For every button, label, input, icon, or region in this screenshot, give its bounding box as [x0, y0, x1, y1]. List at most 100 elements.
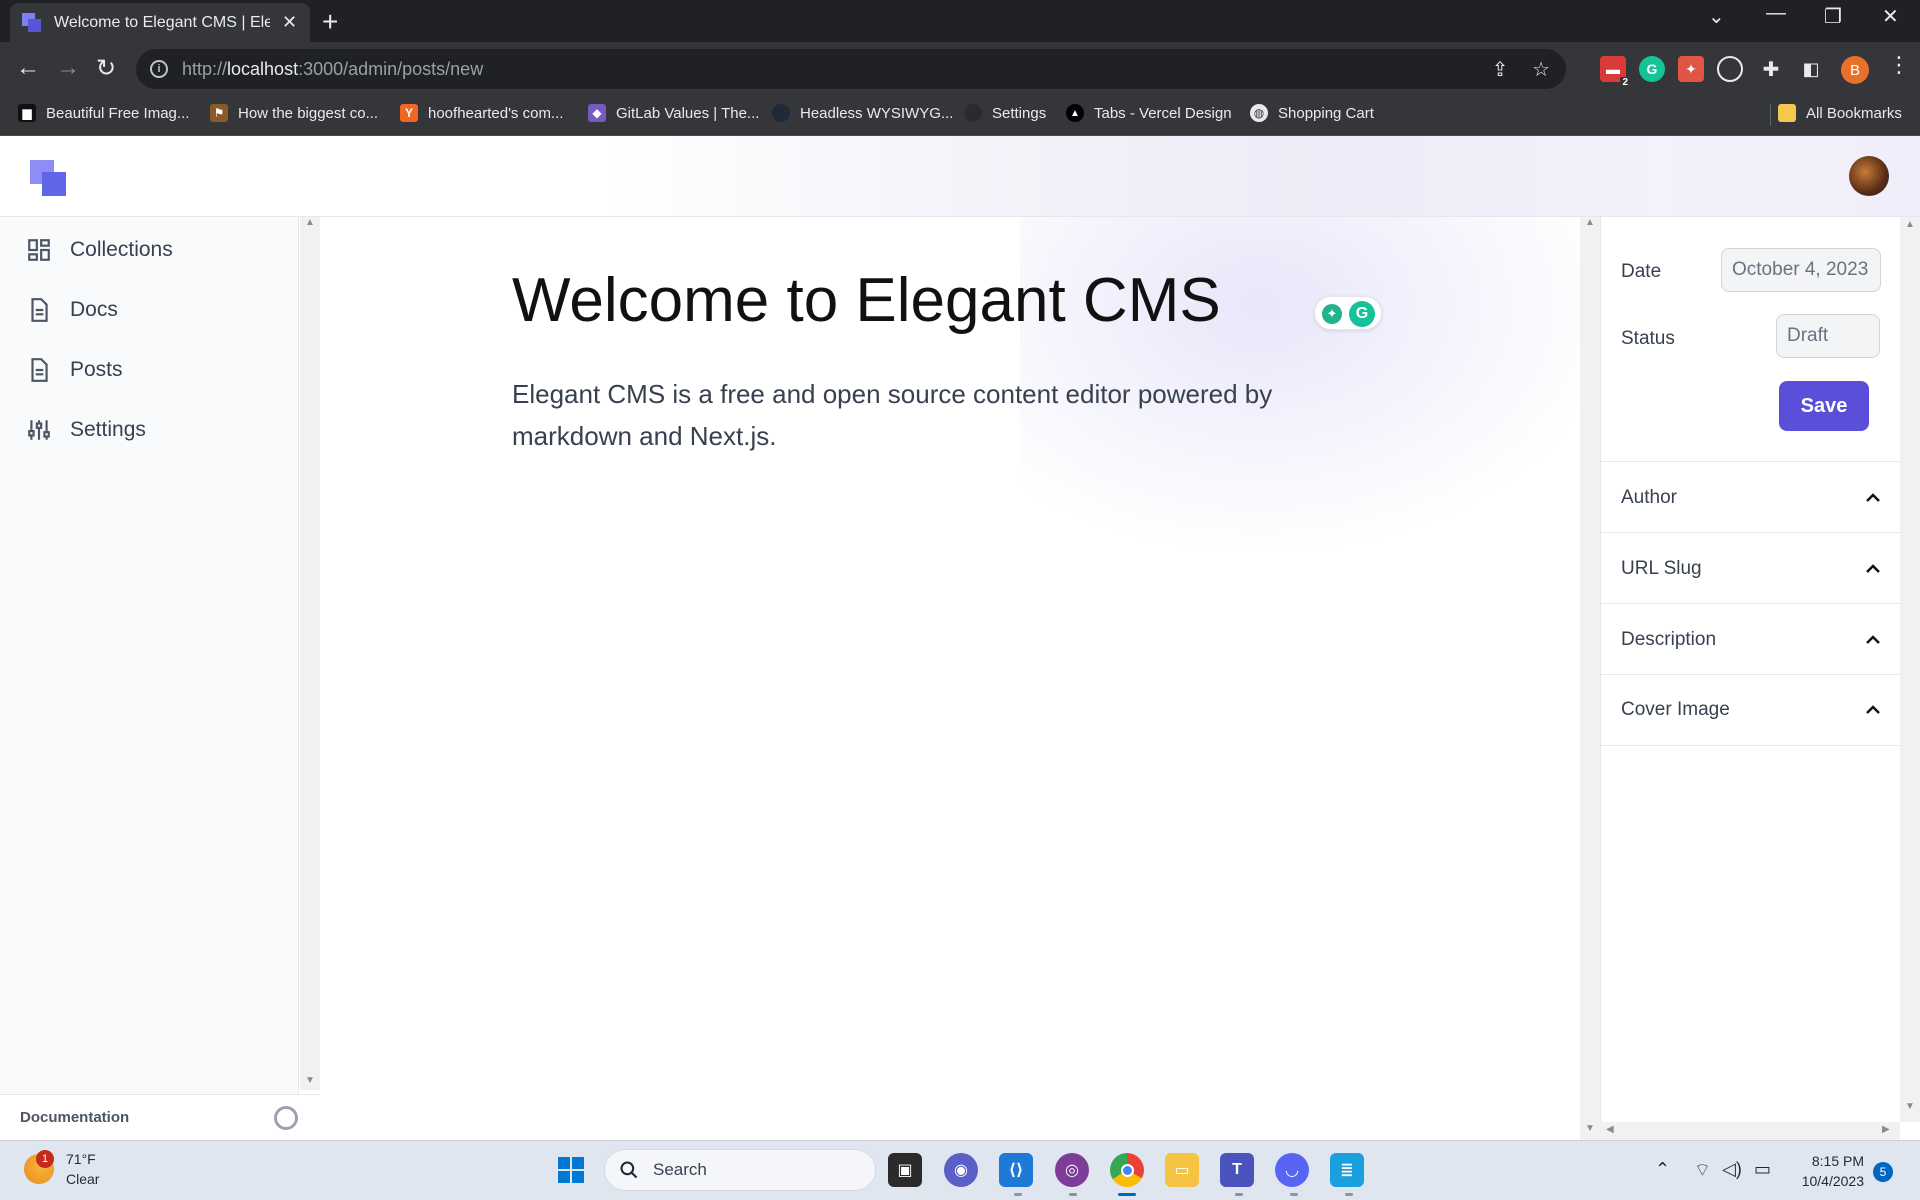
extensions-puzzle-icon[interactable]: ✚	[1758, 56, 1784, 82]
date-field[interactable]: October 4, 2023	[1721, 248, 1881, 292]
save-button[interactable]: Save	[1779, 381, 1869, 431]
windows-taskbar: 1 71°F Clear Search ▣ ◉ ⟨⟩ ◎ ▭ T ◡ ≣ ⌃ ⌔ …	[0, 1140, 1920, 1200]
section-description[interactable]: Description	[1601, 603, 1901, 675]
post-body[interactable]: Elegant CMS is a free and open source co…	[512, 373, 1372, 457]
scroll-down-arrow-icon[interactable]: ▼	[305, 1075, 315, 1086]
back-icon[interactable]: ←	[16, 54, 40, 82]
task-view-icon[interactable]: ▣	[888, 1153, 922, 1187]
bookmark-star-icon[interactable]: ☆	[1532, 59, 1550, 81]
tab-close-icon[interactable]: ✕	[282, 12, 297, 33]
extension-target-icon[interactable]	[1717, 56, 1743, 82]
editor-scrollbar[interactable]: ▲ ▼	[1580, 217, 1600, 1140]
scroll-left-arrow-icon[interactable]: ◀	[1606, 1124, 1614, 1135]
section-cover-image[interactable]: Cover Image	[1601, 674, 1901, 746]
bookmark-favicon-icon: ⚑	[210, 104, 228, 122]
taskbar-search[interactable]: Search	[604, 1149, 876, 1191]
scroll-up-arrow-icon[interactable]: ▲	[1585, 217, 1595, 228]
section-url-slug[interactable]: URL Slug	[1601, 532, 1901, 604]
site-info-icon[interactable]: i	[150, 60, 168, 78]
running-indicator	[1014, 1193, 1022, 1196]
battery-icon[interactable]: ▭	[1754, 1159, 1771, 1180]
file-explorer-icon[interactable]: ▭	[1165, 1153, 1199, 1187]
browser-tab-active[interactable]: Welcome to Elegant CMS | Elegant CMS ✕	[10, 3, 310, 42]
folder-icon	[1778, 104, 1796, 122]
sidebar-item-settings[interactable]: Settings	[26, 417, 146, 443]
weather-badge: 1	[36, 1150, 54, 1168]
sidebar-item-collections[interactable]: Collections	[26, 237, 173, 263]
sidebar-item-posts[interactable]: Posts	[26, 357, 123, 383]
share-icon[interactable]: ⇪	[1492, 59, 1509, 81]
tab-search-chevron-icon[interactable]: ⌄	[1708, 4, 1725, 29]
bookmark-item[interactable]: Settings	[964, 104, 1046, 122]
grammarly-extension-icon[interactable]: G	[1639, 56, 1665, 82]
forward-icon[interactable]: →	[56, 54, 80, 82]
documentation-link[interactable]: Documentation	[20, 1109, 129, 1126]
elegant-cms-logo[interactable]	[30, 160, 66, 196]
grammarly-suggestion-icon[interactable]: ✦	[1322, 304, 1342, 324]
restore-icon[interactable]: ❐	[1824, 4, 1842, 29]
user-avatar[interactable]	[1849, 156, 1889, 196]
browser-menu-icon[interactable]: ⋮	[1888, 52, 1910, 78]
notepad-icon[interactable]: ≣	[1330, 1153, 1364, 1187]
grammarly-widget[interactable]: ✦ G	[1314, 296, 1382, 330]
scroll-down-arrow-icon[interactable]: ▼	[1905, 1101, 1915, 1112]
section-author[interactable]: Author	[1601, 461, 1901, 533]
vscode-icon[interactable]: ⟨⟩	[999, 1153, 1033, 1187]
section-label: Description	[1621, 628, 1717, 650]
browser-tab-strip: Welcome to Elegant CMS | Elegant CMS ✕ +…	[0, 0, 1920, 42]
all-bookmarks[interactable]: All Bookmarks	[1778, 104, 1902, 122]
bookmark-item[interactable]: ▲ Tabs - Vercel Design	[1066, 104, 1232, 122]
status-field[interactable]: Draft	[1776, 314, 1880, 358]
scroll-up-arrow-icon[interactable]: ▲	[1905, 219, 1915, 230]
y-combinator-icon: Y	[400, 104, 418, 122]
running-indicator	[1235, 1193, 1243, 1196]
bookmark-item[interactable]: ▆ Beautiful Free Imag...	[18, 104, 189, 122]
address-bar[interactable]: i http://localhost:3000/admin/posts/new …	[136, 49, 1566, 89]
panel-vertical-scrollbar[interactable]: ▲ ▼	[1900, 217, 1920, 1122]
globe-icon: ◍	[1250, 104, 1268, 122]
reload-icon[interactable]: ↻	[96, 54, 116, 83]
omnibox-actions: ⇪ ☆	[1474, 57, 1550, 82]
wifi-icon[interactable]: ⌔	[1694, 1159, 1711, 1182]
sidebar-item-docs[interactable]: Docs	[26, 297, 118, 323]
windows-start-icon[interactable]	[554, 1153, 588, 1187]
header-glow-decoration	[600, 136, 1920, 216]
system-clock[interactable]: 8:15 PM 10/4/2023	[1794, 1151, 1864, 1191]
bookmark-item[interactable]: ◆ GitLab Values | The...	[588, 104, 759, 122]
url-text: http://localhost:3000/admin/posts/new	[182, 58, 484, 79]
bookmark-item[interactable]: Headless WYSIWYG...	[772, 104, 953, 122]
document-icon	[31, 298, 48, 322]
minimize-icon[interactable]: —	[1766, 2, 1786, 25]
bookmark-item[interactable]: ⚑ How the biggest co...	[210, 104, 378, 122]
weather-widget[interactable]: 1 71°F Clear	[24, 1149, 99, 1189]
tray-overflow-chevron-icon[interactable]: ⌃	[1655, 1159, 1670, 1180]
bookmark-item[interactable]: Yhoofhearted's com...	[400, 104, 563, 122]
grammarly-logo-icon[interactable]: G	[1349, 301, 1375, 327]
section-label: Cover Image	[1621, 699, 1730, 720]
close-window-icon[interactable]: ✕	[1882, 4, 1899, 29]
teams-icon[interactable]: T	[1220, 1153, 1254, 1187]
post-settings-panel: Date October 4, 2023 Status Draft Save A…	[1600, 217, 1901, 1122]
extension-red-icon[interactable]: ▬ 2	[1600, 56, 1630, 88]
post-title[interactable]: Welcome to Elegant CMS	[512, 265, 1221, 336]
volume-icon[interactable]: ◁)	[1722, 1159, 1742, 1180]
running-indicator	[1345, 1193, 1353, 1196]
bookmark-item[interactable]: ◍ Shopping Cart	[1250, 104, 1374, 122]
github-desktop-icon[interactable]: ◎	[1055, 1153, 1089, 1187]
scroll-up-arrow-icon[interactable]: ▲	[305, 217, 315, 228]
teams-chat-icon[interactable]: ◉	[944, 1153, 978, 1187]
discord-icon[interactable]: ◡	[1275, 1153, 1309, 1187]
profile-avatar[interactable]: B	[1841, 56, 1869, 84]
scroll-down-arrow-icon[interactable]: ▼	[1585, 1123, 1595, 1134]
search-icon	[620, 1161, 638, 1179]
extension-puzzle-red-icon[interactable]: ✦	[1678, 56, 1704, 82]
scroll-right-arrow-icon[interactable]: ▶	[1882, 1124, 1890, 1135]
new-tab-icon[interactable]: +	[322, 6, 338, 38]
notification-count[interactable]: 5	[1873, 1162, 1893, 1182]
sidebar-item-label: Docs	[70, 298, 118, 321]
sidebar-scrollbar[interactable]: ▲ ▼	[300, 217, 320, 1090]
github-icon[interactable]	[274, 1106, 298, 1130]
chrome-icon[interactable]	[1110, 1153, 1144, 1187]
side-panel-icon[interactable]: ◧	[1798, 56, 1824, 82]
panel-horizontal-scrollbar[interactable]: ◀ ▶	[1600, 1122, 1900, 1140]
